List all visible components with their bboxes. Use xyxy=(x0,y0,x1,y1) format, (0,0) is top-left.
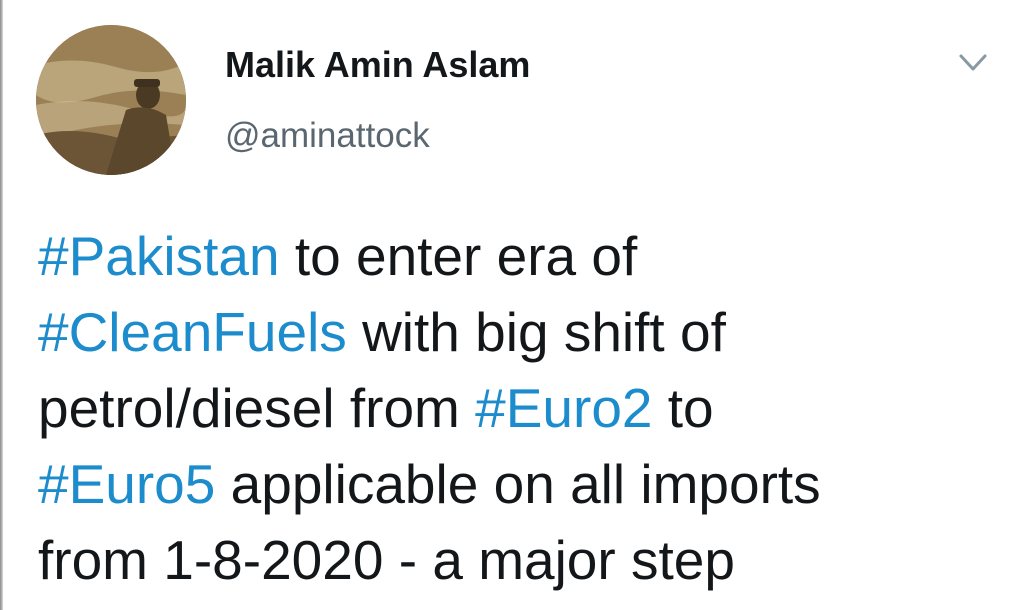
tweet-text-segment: from 1-8-2020 - a major step xyxy=(38,529,735,591)
tweet-line: #CleanFuels with big shift of xyxy=(38,294,998,370)
user-handle[interactable]: @aminattock xyxy=(225,116,430,156)
tweet-text-segment: to xyxy=(652,377,714,439)
tweet-text-segment: petrol/diesel from xyxy=(38,377,476,439)
tweet-line: from 1-8-2020 - a major step xyxy=(38,522,998,598)
tweet-line: petrol/diesel from #Euro2 to xyxy=(38,370,998,446)
left-edge-divider xyxy=(0,0,3,610)
tweet-line: #Pakistan to enter era of xyxy=(38,218,998,294)
avatar[interactable] xyxy=(36,25,186,175)
tweet-text-segment: with big shift of xyxy=(346,301,726,363)
chevron-down-icon[interactable] xyxy=(953,48,993,78)
hashtag-link[interactable]: #Euro2 xyxy=(475,377,652,439)
tweet-line: #Euro5 applicable on all imports xyxy=(38,446,998,522)
tweet-text-segment: to enter era of xyxy=(279,225,638,287)
hashtag-link[interactable]: #Euro5 xyxy=(38,453,215,515)
hashtag-link[interactable]: #CleanFuels xyxy=(38,301,347,363)
hashtag-link[interactable]: #Pakistan xyxy=(38,225,280,287)
display-name[interactable]: Malik Amin Aslam xyxy=(225,44,530,86)
avatar-photo-icon xyxy=(36,25,186,175)
tweet-text: #Pakistan to enter era of #CleanFuels wi… xyxy=(38,218,998,598)
tweet-text-segment: applicable on all imports xyxy=(215,453,821,515)
